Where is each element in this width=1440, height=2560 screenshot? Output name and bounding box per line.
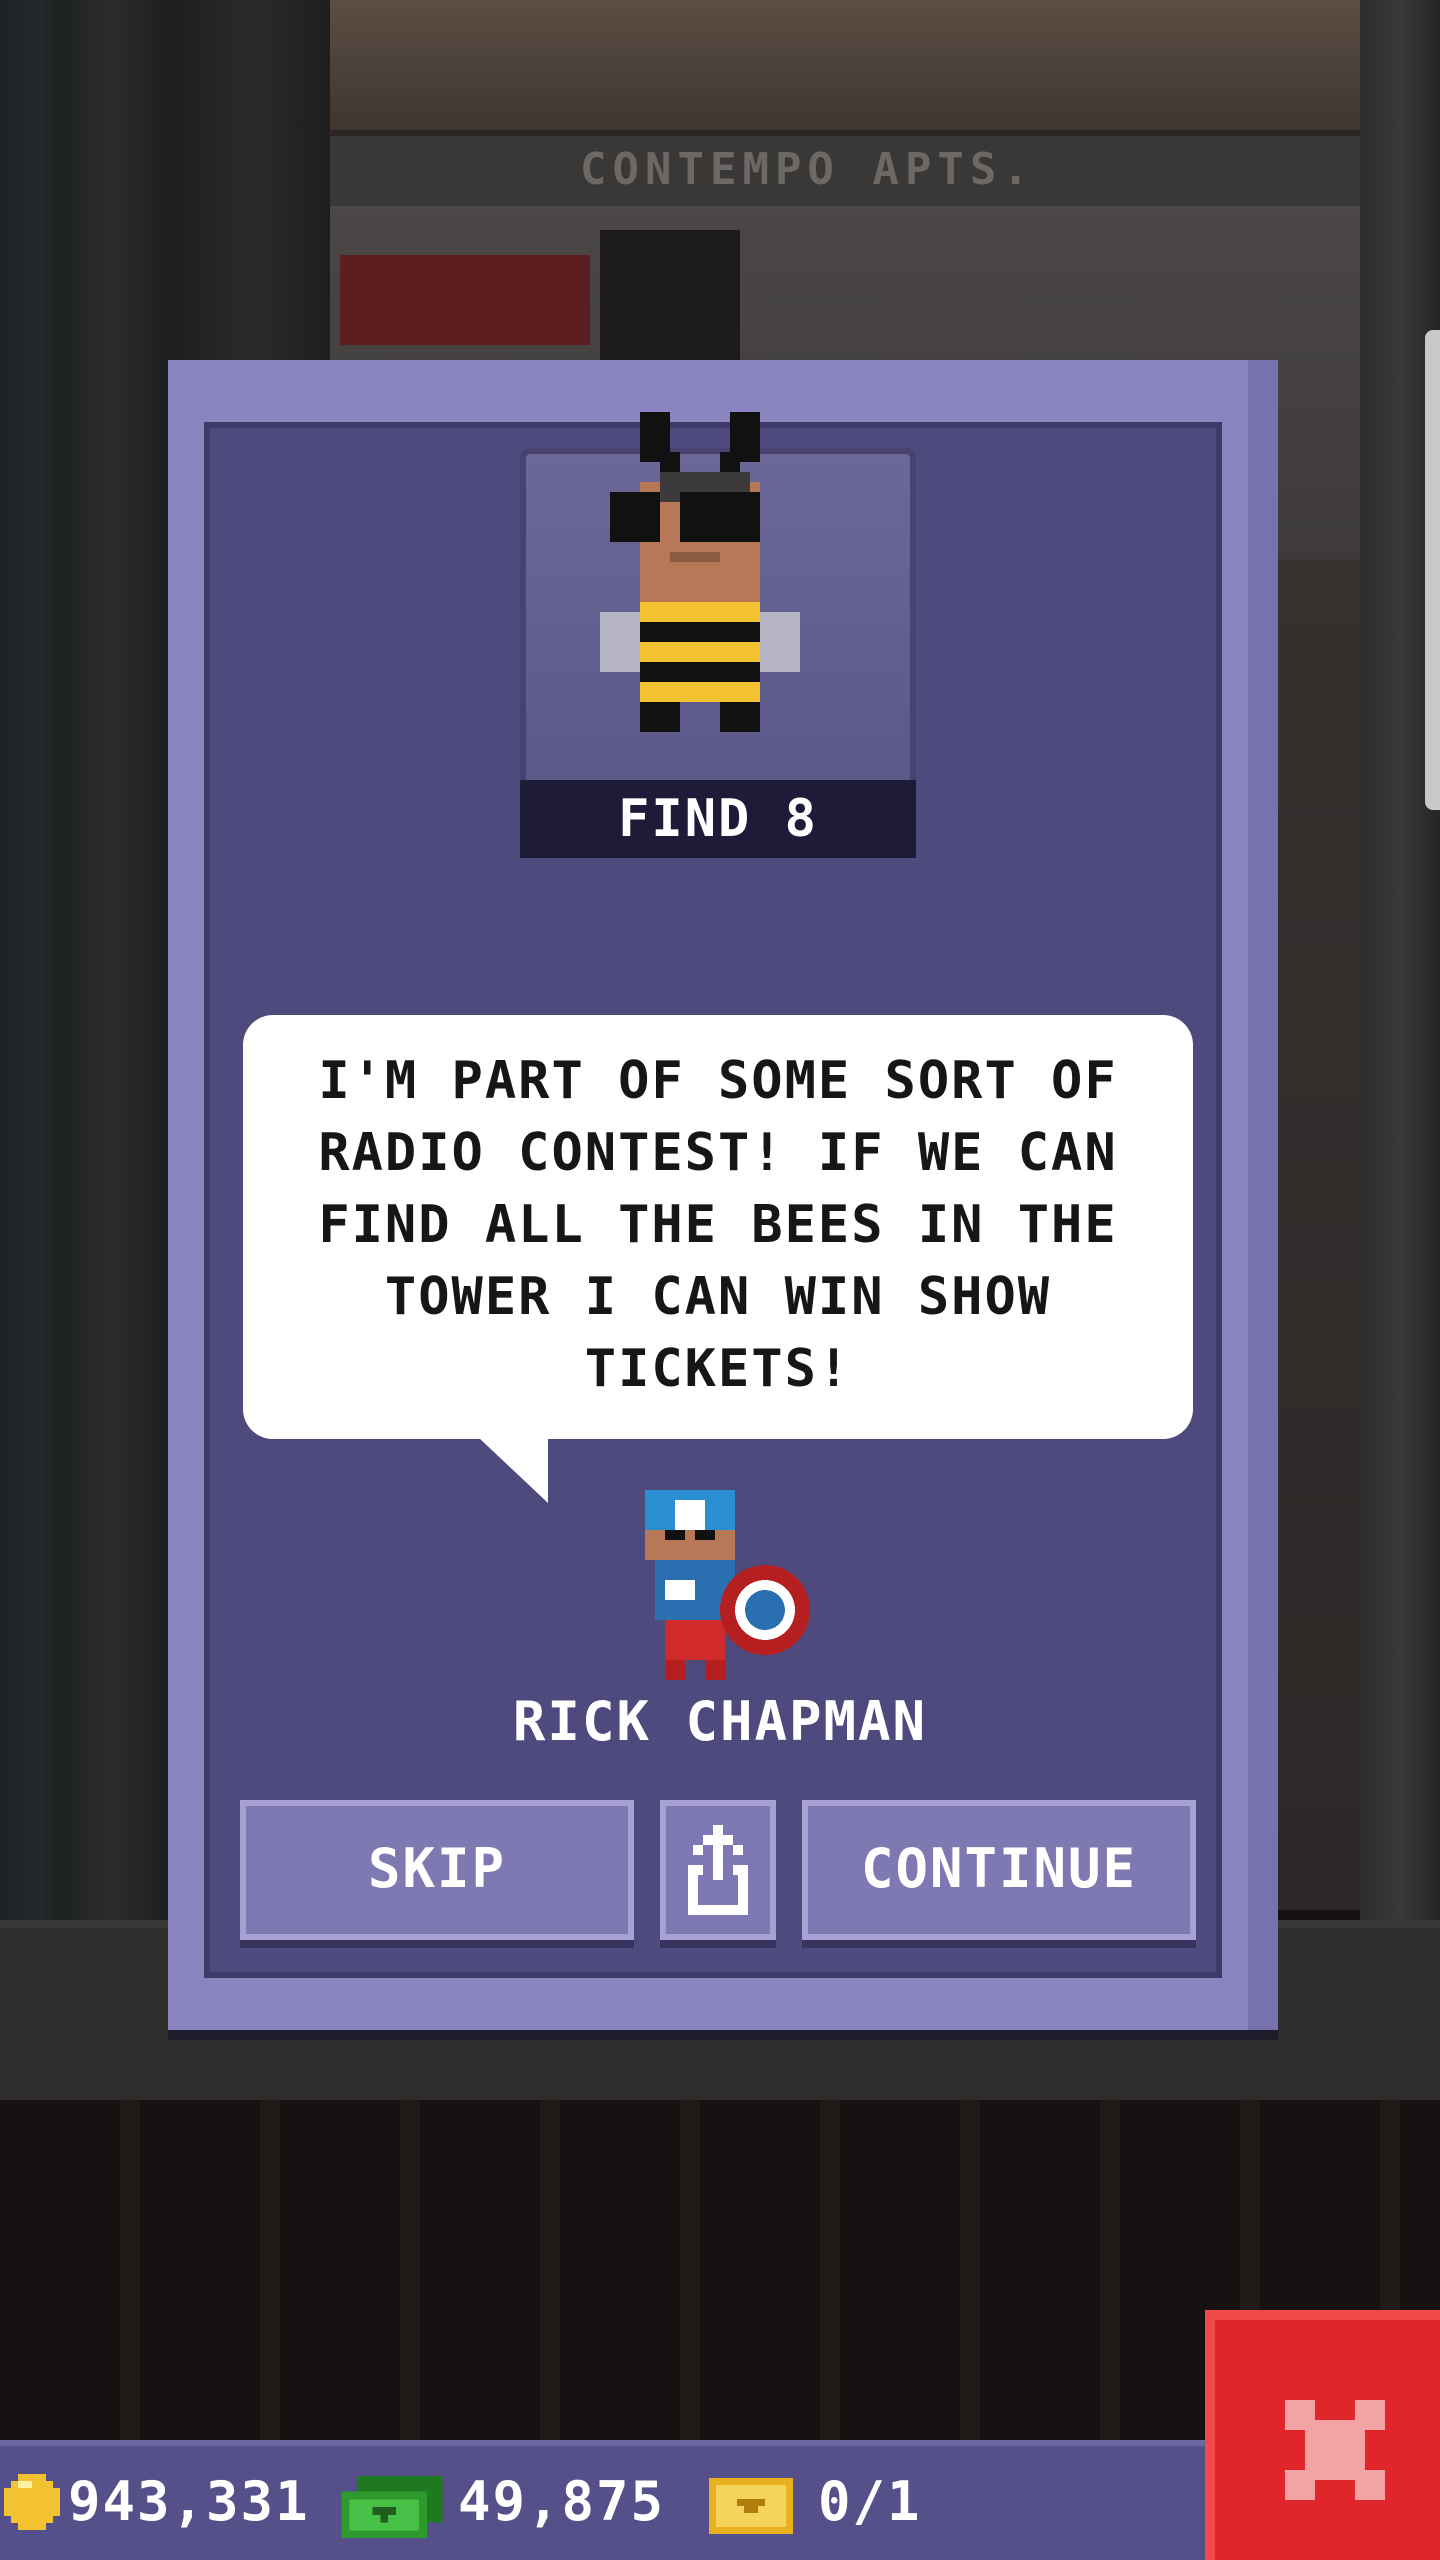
ticket-icon <box>709 2478 793 2534</box>
dialog-text: I'M PART OF SOME SORT OF RADIO CONTEST! … <box>318 1051 1118 1399</box>
coin-icon <box>4 2474 60 2530</box>
speech-bubble-tail <box>478 1437 548 1503</box>
tickets-count: 0/1 <box>818 2470 922 2533</box>
bee-character-icon <box>600 412 800 732</box>
close-icon <box>1285 2400 1385 2500</box>
share-button[interactable] <box>660 1800 776 1940</box>
floor-sign-strip: CONTEMPO APTS. <box>330 130 1360 212</box>
bux-icon <box>341 2476 443 2538</box>
floor-sign: CONTEMPO APTS. <box>580 144 1035 195</box>
speaker-avatar-icon <box>645 1490 810 1680</box>
scroll-handle[interactable] <box>1425 330 1440 810</box>
coins-count: 943,331 <box>68 2470 310 2533</box>
find-count-label: FIND 8 <box>520 780 916 858</box>
dialog-edge <box>1248 360 1278 2030</box>
bux-count: 49,875 <box>458 2470 666 2533</box>
close-button[interactable] <box>1205 2310 1440 2560</box>
room-decor <box>340 255 590 345</box>
floor-apartment-top <box>330 0 1360 130</box>
skip-button[interactable]: SKIP <box>240 1800 634 1940</box>
tower-right-edge <box>1360 0 1440 1920</box>
share-icon <box>688 1825 748 1915</box>
continue-button[interactable]: CONTINUE <box>802 1800 1196 1940</box>
speaker-name: RICK CHAPMAN <box>512 1690 928 1753</box>
speech-bubble: I'M PART OF SOME SORT OF RADIO CONTEST! … <box>243 1015 1193 1439</box>
room-door <box>600 230 740 360</box>
